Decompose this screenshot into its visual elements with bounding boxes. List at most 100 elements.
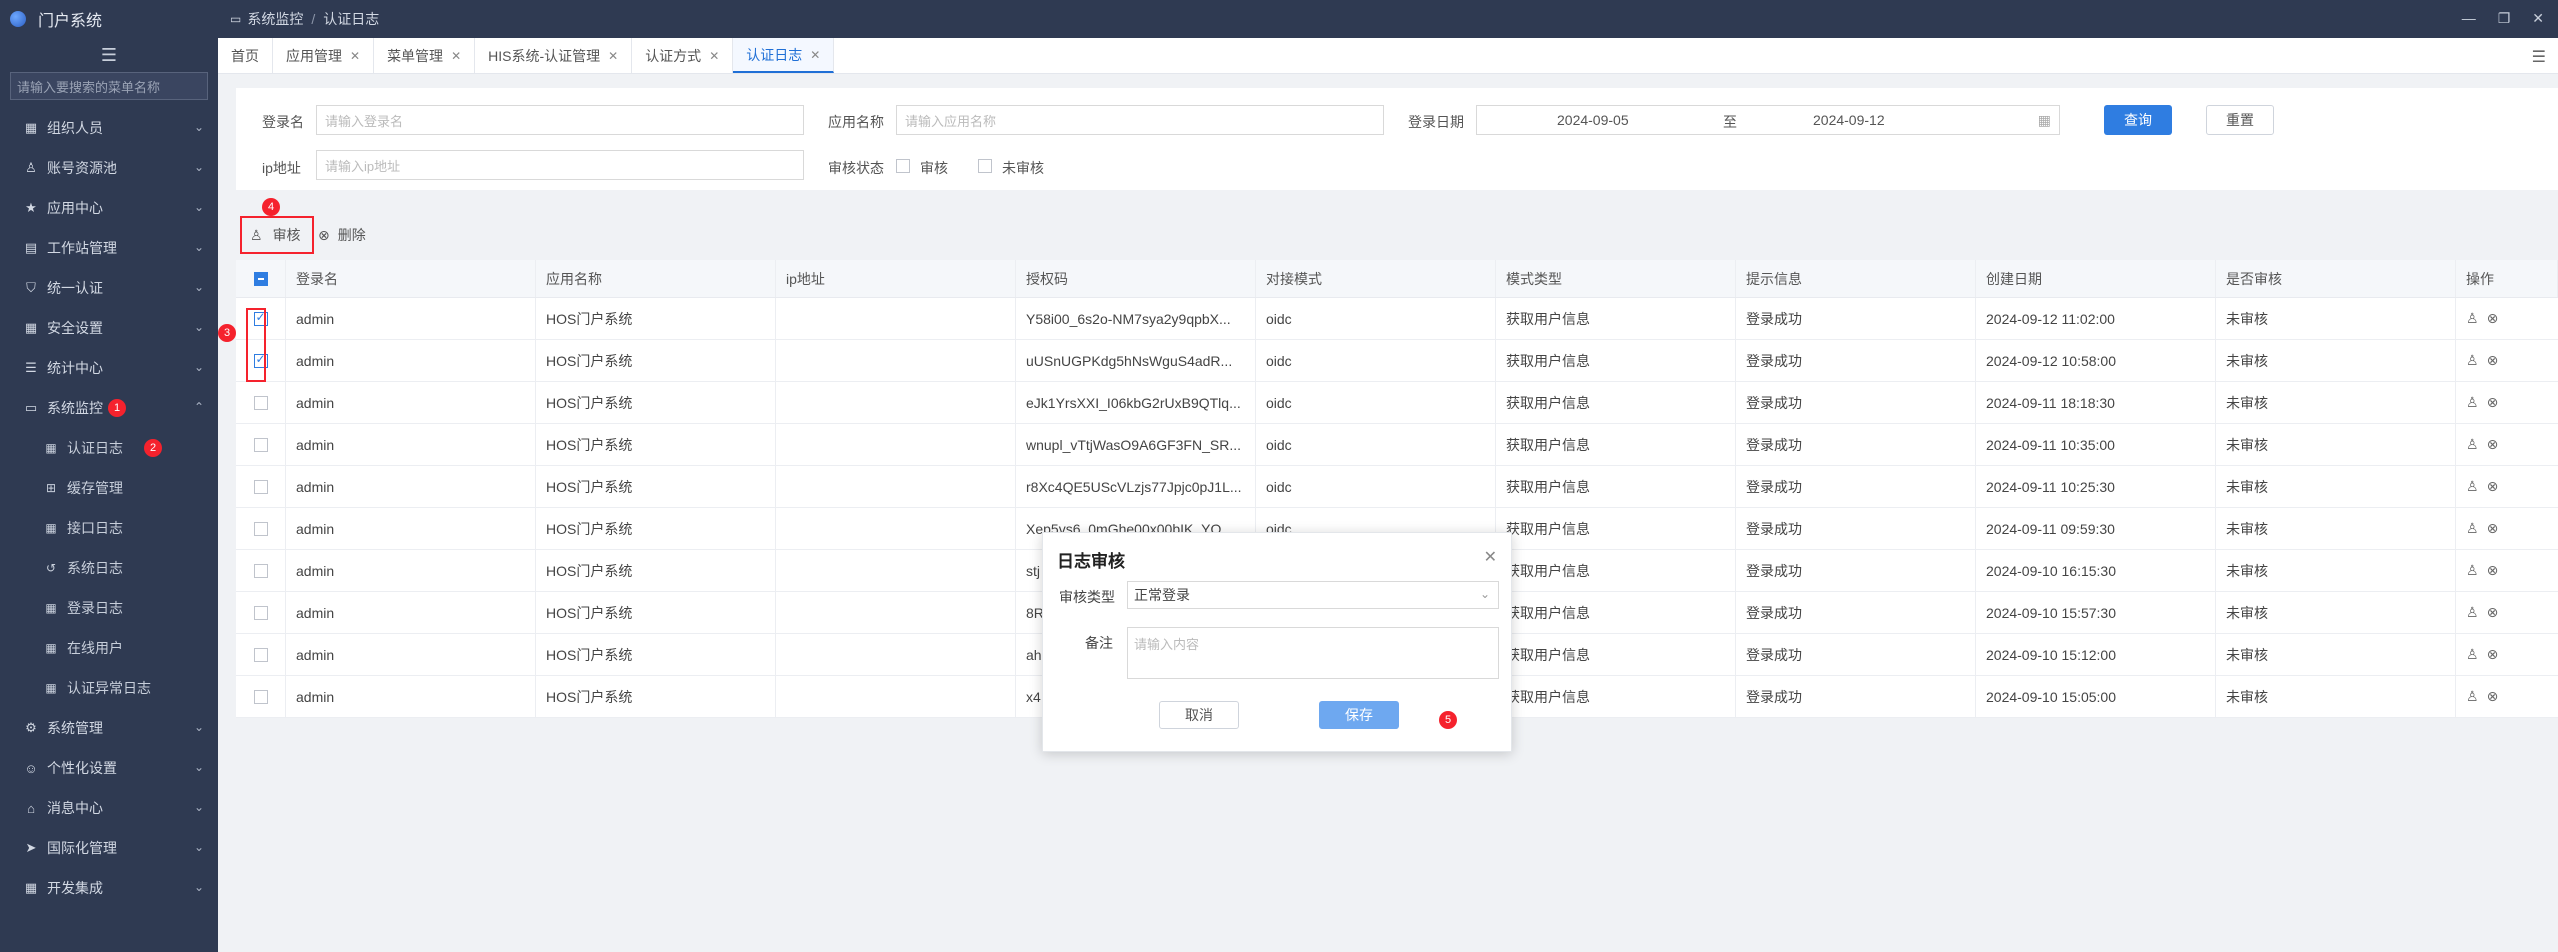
reset-button[interactable]: 重置: [2206, 105, 2274, 135]
row-checkbox[interactable]: [253, 479, 268, 494]
row-checkbox[interactable]: [253, 437, 268, 452]
cell-date: 2024-09-10 15:12:00: [1976, 634, 2216, 675]
delete-circle-icon[interactable]: ⊗: [2487, 604, 2499, 621]
row-checkbox[interactable]: [253, 605, 268, 620]
review-button[interactable]: ♙ 审核: [244, 219, 310, 251]
review-user-icon[interactable]: ♙: [2466, 604, 2479, 621]
review-user-icon[interactable]: ♙: [2466, 646, 2479, 663]
table-row[interactable]: adminHOS门户系统 Y58i00_6s2o-NM7sya2y9qpbX...…: [236, 298, 2558, 340]
review-user-icon[interactable]: ♙: [2466, 352, 2479, 369]
tab-home[interactable]: 首页: [218, 38, 273, 73]
column-header: 操作: [2456, 260, 2558, 297]
review-type-select[interactable]: 正常登录 ⌄: [1127, 581, 1499, 609]
sidebar-item-monitor[interactable]: ▭ 系统监控 1 ⌃: [0, 388, 218, 428]
select-all-checkbox[interactable]: [253, 271, 268, 286]
row-checkbox[interactable]: [253, 647, 268, 662]
sidebar-item-personal[interactable]: ☺ 个性化设置 ⌄: [0, 748, 218, 788]
review-user-icon[interactable]: ♙: [2466, 688, 2479, 705]
date-start[interactable]: 2024-09-05: [1557, 112, 1629, 128]
sidebar-subitem-cache[interactable]: ⊞ 缓存管理: [0, 468, 218, 508]
sidebar-subitem-login-log[interactable]: ▦ 登录日志: [0, 588, 218, 628]
table-row[interactable]: admin HOS门户系统 r8Xc4QE5UScVLzjs77Jpjc0pJ1L.…: [236, 466, 2558, 508]
close-icon[interactable]: ✕: [350, 49, 360, 63]
delete-circle-icon[interactable]: ⊗: [2487, 436, 2499, 453]
delete-circle-icon[interactable]: ⊗: [2487, 310, 2499, 327]
menu-toggle-icon[interactable]: ☰: [0, 38, 218, 72]
sidebar-subitem-auth-log[interactable]: ▦ 认证日志 2: [0, 428, 218, 468]
sidebar-item-security[interactable]: ▦ 安全设置 ⌄: [0, 308, 218, 348]
sidebar-item-org[interactable]: ▦ 组织人员 ⌄: [0, 108, 218, 148]
note-textarea[interactable]: 请输入内容: [1127, 627, 1499, 679]
chevron-down-icon: ⌄: [193, 280, 204, 294]
review-user-icon[interactable]: ♙: [2466, 394, 2479, 411]
sidebar-subitem-online-users[interactable]: ▦ 在线用户: [0, 628, 218, 668]
date-range-picker[interactable]: 2024-09-05 至 2024-09-12 ▦: [1476, 105, 2060, 135]
delete-circle-icon[interactable]: ⊗: [2487, 478, 2499, 495]
row-actions: ♙ ⊗: [2466, 604, 2498, 621]
tab-his-auth[interactable]: HIS系统-认证管理 ✕: [475, 38, 633, 73]
date-end[interactable]: 2024-09-12: [1813, 112, 1885, 128]
minimize-icon[interactable]: —: [2462, 10, 2476, 27]
column-header: ip地址: [776, 260, 1016, 297]
sidebar-subitem-sys-log[interactable]: ↺ 系统日志: [0, 548, 218, 588]
review-user-icon[interactable]: ♙: [2466, 478, 2479, 495]
review-user-icon[interactable]: ♙: [2466, 310, 2479, 327]
calendar-icon[interactable]: ▦: [2038, 112, 2051, 129]
ip-input[interactable]: 请输入ip地址: [316, 150, 804, 180]
status-reviewed-checkbox[interactable]: [896, 159, 910, 173]
sidebar-item-i18n[interactable]: ➤ 国际化管理 ⌄: [0, 828, 218, 868]
app-name-input[interactable]: 请输入应用名称: [896, 105, 1384, 135]
status-unreviewed-checkbox[interactable]: [978, 159, 992, 173]
chevron-down-icon: ⌄: [193, 880, 204, 894]
close-icon[interactable]: ✕: [2532, 10, 2544, 27]
sidebar-item-app-center[interactable]: ★ 应用中心 ⌄: [0, 188, 218, 228]
query-button[interactable]: 查询: [2104, 105, 2172, 135]
cancel-button[interactable]: 取消: [1159, 701, 1239, 729]
delete-circle-icon[interactable]: ⊗: [2487, 646, 2499, 663]
table-row[interactable]: admin HOS门户系统 eJk1YrsXXI_I06kbG2rUxB9QTlq.…: [236, 382, 2558, 424]
sidebar-item-auth[interactable]: ⛉ 统一认证 ⌄: [0, 268, 218, 308]
tab-auth-log[interactable]: 认证日志 ✕: [733, 38, 835, 73]
tabs-menu-icon[interactable]: ☰: [2532, 47, 2546, 67]
tab-app-manage[interactable]: 应用管理 ✕: [273, 38, 375, 73]
row-checkbox[interactable]: [253, 521, 268, 536]
delete-circle-icon[interactable]: ⊗: [2487, 352, 2499, 369]
sidebar-item-sys-manage[interactable]: ⚙ 系统管理 ⌄: [0, 708, 218, 748]
save-button[interactable]: 保存: [1319, 701, 1399, 729]
breadcrumb-parent[interactable]: 系统监控: [247, 9, 303, 29]
review-user-icon[interactable]: ♙: [2466, 436, 2479, 453]
sidebar-subitem-auth-error-log[interactable]: ▦ 认证异常日志: [0, 668, 218, 708]
close-icon[interactable]: ✕: [451, 49, 461, 63]
review-user-icon[interactable]: ♙: [2466, 520, 2479, 537]
cell-actions: ♙ ⊗: [2456, 676, 2558, 717]
row-checkbox[interactable]: [253, 395, 268, 410]
row-checkbox[interactable]: [253, 689, 268, 704]
sidebar-subitem-api-log[interactable]: ▦ 接口日志: [0, 508, 218, 548]
table-row[interactable]: admin HOS门户系统 wnupl_vTtjWasO9A6GF3FN_SR...…: [236, 424, 2558, 466]
delete-circle-icon[interactable]: ⊗: [2487, 520, 2499, 537]
sidebar-item-stats[interactable]: ☰ 统计中心 ⌄: [0, 348, 218, 388]
tab-menu-manage[interactable]: 菜单管理 ✕: [374, 38, 476, 73]
sidebar-item-workstation[interactable]: ▤ 工作站管理 ⌄: [0, 228, 218, 268]
close-icon[interactable]: ✕: [1484, 547, 1497, 567]
close-icon[interactable]: ✕: [709, 49, 719, 63]
close-icon[interactable]: ✕: [608, 49, 618, 63]
delete-circle-icon[interactable]: ⊗: [2487, 394, 2499, 411]
table-row[interactable]: adminHOS门户系统 uUSnUGPKdg5hNsWguS4adR...oid…: [236, 340, 2558, 382]
cell-mode: oidc: [1256, 298, 1496, 339]
chevron-up-icon: ⌃: [193, 400, 204, 414]
sidebar-item-account[interactable]: ♙ 账号资源池 ⌄: [0, 148, 218, 188]
delete-circle-icon[interactable]: ⊗: [2487, 562, 2499, 579]
sidebar-item-messages[interactable]: ⌂ 消息中心 ⌄: [0, 788, 218, 828]
row-select-cell: [236, 382, 286, 423]
close-icon[interactable]: ✕: [810, 48, 820, 62]
row-checkbox[interactable]: [253, 563, 268, 578]
review-user-icon[interactable]: ♙: [2466, 562, 2479, 579]
tab-auth-method[interactable]: 认证方式 ✕: [632, 38, 734, 73]
sidebar-search-input[interactable]: 请输入要搜索的菜单名称: [10, 72, 208, 100]
login-name-input[interactable]: 请输入登录名: [316, 105, 804, 135]
restore-icon[interactable]: ❐: [2498, 10, 2511, 27]
sidebar-item-dev[interactable]: ▦ 开发集成 ⌄: [0, 868, 218, 908]
delete-button[interactable]: ⊗ 删除: [318, 219, 366, 251]
delete-circle-icon[interactable]: ⊗: [2487, 688, 2499, 705]
